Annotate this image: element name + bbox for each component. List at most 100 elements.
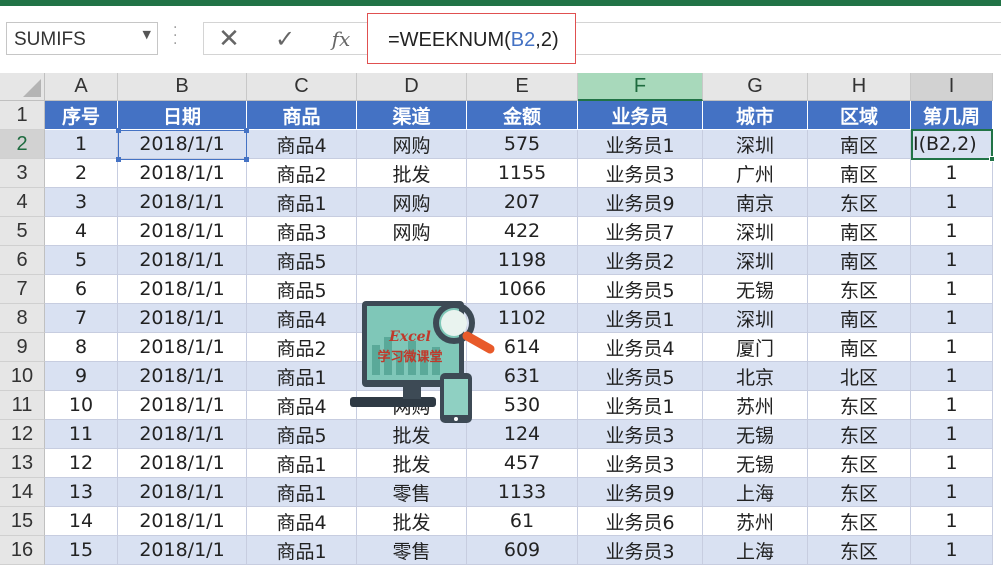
column-header-e[interactable]: E: [467, 73, 578, 101]
table-header-cell[interactable]: 区域: [808, 101, 911, 130]
table-cell[interactable]: 2018/1/1: [118, 420, 247, 449]
table-cell[interactable]: 1: [911, 159, 993, 188]
table-header-cell[interactable]: 业务员: [578, 101, 703, 130]
column-header-f[interactable]: F: [578, 73, 703, 101]
table-cell[interactable]: 13: [45, 478, 118, 507]
table-cell[interactable]: 东区: [808, 391, 911, 420]
table-cell[interactable]: 东区: [808, 507, 911, 536]
table-cell[interactable]: 1: [45, 130, 118, 159]
table-cell[interactable]: 批发: [357, 420, 467, 449]
table-cell[interactable]: 批发: [357, 449, 467, 478]
table-cell[interactable]: 南区: [808, 304, 911, 333]
table-cell[interactable]: 1: [911, 333, 993, 362]
table-cell[interactable]: 商品1: [247, 188, 357, 217]
table-header-cell[interactable]: 渠道: [357, 101, 467, 130]
table-cell[interactable]: 2018/1/1: [118, 304, 247, 333]
table-cell[interactable]: 14: [45, 507, 118, 536]
table-cell[interactable]: 业务员3: [578, 420, 703, 449]
table-cell[interactable]: 1: [911, 188, 993, 217]
table-cell[interactable]: 厦门: [703, 333, 808, 362]
table-cell[interactable]: 商品5: [247, 275, 357, 304]
table-cell[interactable]: 124: [467, 420, 578, 449]
table-cell[interactable]: 南区: [808, 130, 911, 159]
close-icon[interactable]: ✕: [214, 24, 244, 54]
row-header-5[interactable]: 5: [0, 217, 45, 246]
table-cell[interactable]: 1155: [467, 159, 578, 188]
table-cell[interactable]: 1: [911, 391, 993, 420]
table-cell[interactable]: 2018/1/1: [118, 333, 247, 362]
table-cell[interactable]: 深圳: [703, 130, 808, 159]
table-cell[interactable]: 网购: [357, 130, 467, 159]
table-cell[interactable]: 无锡: [703, 275, 808, 304]
table-cell[interactable]: 批发: [357, 507, 467, 536]
column-header-a[interactable]: A: [45, 73, 118, 101]
table-cell[interactable]: 2018/1/1: [118, 449, 247, 478]
table-cell[interactable]: 业务员5: [578, 362, 703, 391]
column-header-c[interactable]: C: [247, 73, 357, 101]
reference-resize-handle[interactable]: [244, 157, 249, 162]
table-cell[interactable]: 东区: [808, 536, 911, 565]
table-cell[interactable]: 1: [911, 420, 993, 449]
formula-input[interactable]: =WEEKNUM(B2,2): [367, 13, 576, 64]
table-cell[interactable]: 2: [45, 159, 118, 188]
table-cell[interactable]: 东区: [808, 420, 911, 449]
table-cell[interactable]: 东区: [808, 275, 911, 304]
table-cell[interactable]: 61: [467, 507, 578, 536]
table-cell[interactable]: 南区: [808, 217, 911, 246]
table-cell[interactable]: 无锡: [703, 449, 808, 478]
table-cell[interactable]: 1: [911, 507, 993, 536]
table-cell[interactable]: 商品1: [247, 362, 357, 391]
table-cell[interactable]: 业务员7: [578, 217, 703, 246]
table-cell[interactable]: 苏州: [703, 391, 808, 420]
table-cell[interactable]: 商品2: [247, 333, 357, 362]
table-cell[interactable]: 1: [911, 362, 993, 391]
table-cell[interactable]: 1: [911, 449, 993, 478]
table-cell[interactable]: 网购: [357, 188, 467, 217]
fx-icon[interactable]: fx: [326, 25, 356, 53]
table-cell[interactable]: 2018/1/1: [118, 507, 247, 536]
table-cell[interactable]: 1: [911, 275, 993, 304]
row-header-1[interactable]: 1: [0, 101, 45, 130]
row-header-15[interactable]: 15: [0, 507, 45, 536]
reference-resize-handle[interactable]: [116, 157, 121, 162]
table-cell[interactable]: 业务员9: [578, 478, 703, 507]
table-cell[interactable]: 2018/1/1: [118, 217, 247, 246]
table-cell[interactable]: 1133: [467, 478, 578, 507]
table-cell[interactable]: 商品1: [247, 536, 357, 565]
table-cell[interactable]: 商品5: [247, 246, 357, 275]
table-header-cell[interactable]: 商品: [247, 101, 357, 130]
table-cell[interactable]: 2018/1/1: [118, 246, 247, 275]
table-cell[interactable]: 批发: [357, 159, 467, 188]
table-cell[interactable]: 商品3: [247, 217, 357, 246]
table-cell[interactable]: 无锡: [703, 420, 808, 449]
table-cell[interactable]: 商品1: [247, 478, 357, 507]
table-cell[interactable]: 业务员1: [578, 391, 703, 420]
table-cell[interactable]: 业务员9: [578, 188, 703, 217]
row-header-2[interactable]: 2: [0, 130, 45, 159]
table-cell[interactable]: 422: [467, 217, 578, 246]
column-header-g[interactable]: G: [703, 73, 808, 101]
row-header-12[interactable]: 12: [0, 420, 45, 449]
table-cell[interactable]: 北区: [808, 362, 911, 391]
table-cell[interactable]: 207: [467, 188, 578, 217]
table-cell[interactable]: [357, 246, 467, 275]
row-header-10[interactable]: 10: [0, 362, 45, 391]
row-header-3[interactable]: 3: [0, 159, 45, 188]
table-cell[interactable]: 南京: [703, 188, 808, 217]
table-cell[interactable]: 业务员5: [578, 275, 703, 304]
table-cell[interactable]: 1198: [467, 246, 578, 275]
table-header-cell[interactable]: 日期: [118, 101, 247, 130]
table-cell[interactable]: 业务员1: [578, 304, 703, 333]
table-cell[interactable]: 南区: [808, 159, 911, 188]
table-cell[interactable]: 上海: [703, 478, 808, 507]
table-cell[interactable]: 1: [911, 478, 993, 507]
table-cell[interactable]: 商品4: [247, 130, 357, 159]
reference-resize-handle[interactable]: [244, 128, 249, 133]
table-header-cell[interactable]: 第几周: [911, 101, 993, 130]
table-cell[interactable]: 网购: [357, 217, 467, 246]
row-header-7[interactable]: 7: [0, 275, 45, 304]
table-cell[interactable]: 商品4: [247, 304, 357, 333]
table-cell[interactable]: 商品2: [247, 159, 357, 188]
table-cell[interactable]: 4: [45, 217, 118, 246]
table-cell[interactable]: 12: [45, 449, 118, 478]
